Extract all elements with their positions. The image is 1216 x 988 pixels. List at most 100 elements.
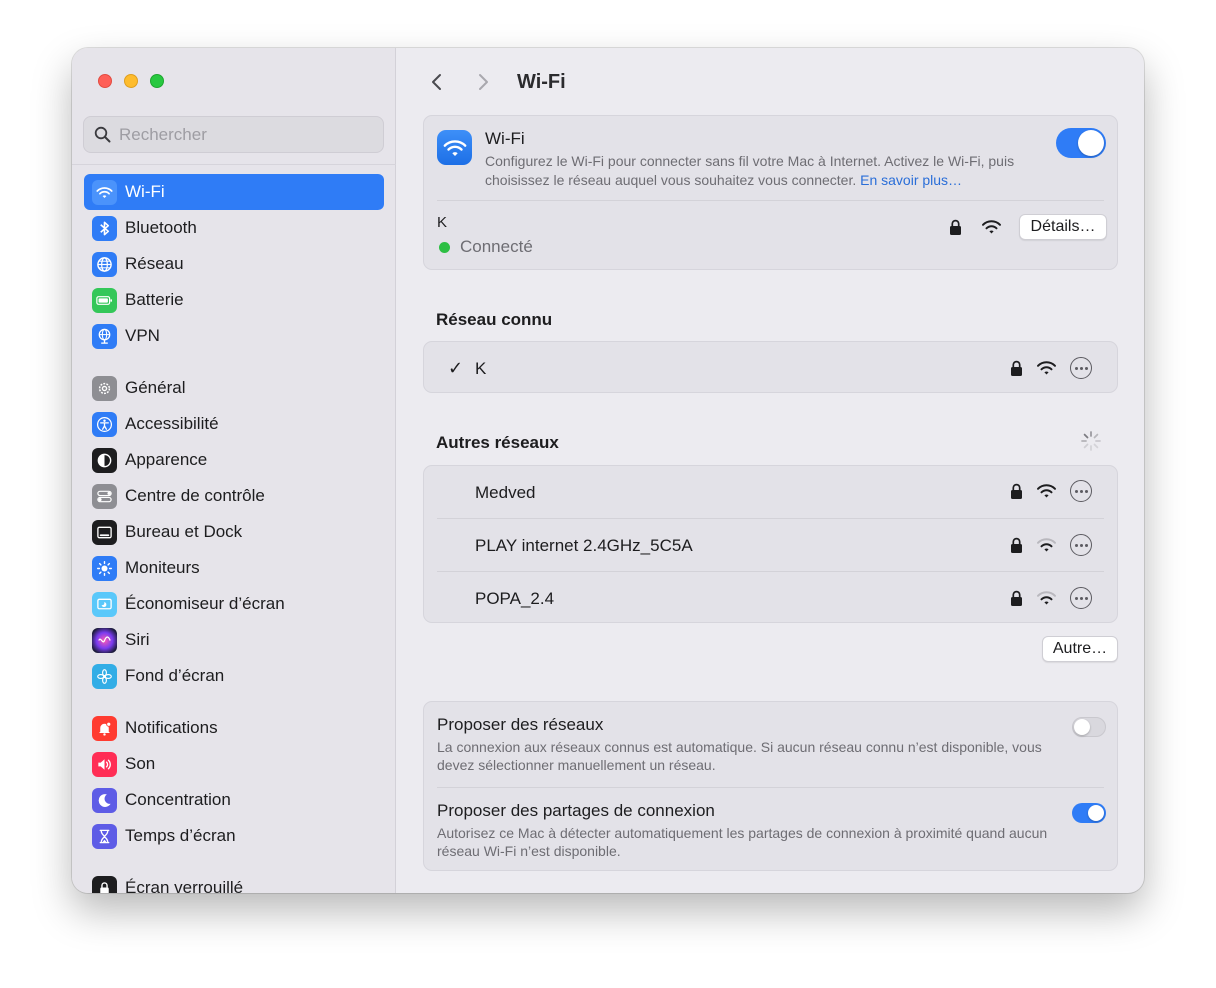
- sidebar-item-wifi[interactable]: Wi-Fi: [84, 174, 384, 210]
- card-divider: [437, 787, 1104, 788]
- sidebar-item-label: Accessibilité: [125, 414, 219, 433]
- search-icon: [94, 126, 111, 143]
- forward-button[interactable]: [469, 68, 497, 96]
- sidebar-item-control-center[interactable]: Centre de contrôle: [84, 478, 384, 514]
- siri-icon: [92, 627, 117, 653]
- card-divider: [437, 200, 1104, 201]
- close-window-button[interactable]: [98, 74, 112, 88]
- main-pane: Wi-Fi Wi-Fi Configurez le Wi-Fi pour con…: [397, 48, 1144, 893]
- flower-icon: [92, 663, 117, 689]
- sidebar-divider: [72, 164, 396, 165]
- sidebar-item-lock-screen[interactable]: Écran verrouillé: [84, 870, 384, 893]
- sidebar-item-label: Économiseur d’écran: [125, 594, 285, 613]
- battery-icon: [92, 287, 117, 313]
- sidebar-item-label: Bureau et Dock: [125, 522, 243, 541]
- back-button[interactable]: [423, 68, 451, 96]
- sidebar-item-wallpaper[interactable]: Fond d’écran: [84, 658, 384, 694]
- ask-networks-description: La connexion aux réseaux connus est auto…: [437, 739, 1042, 773]
- network-options-button[interactable]: [1070, 587, 1092, 609]
- lock-icon: [1011, 590, 1022, 606]
- sidebar-item-label: VPN: [125, 326, 160, 345]
- moon-icon: [92, 787, 117, 813]
- sidebar-item-screensaver[interactable]: Économiseur d’écran: [84, 586, 384, 622]
- sidebar-item-network[interactable]: Réseau: [84, 246, 384, 282]
- wifi-signal-weak-icon: [1037, 591, 1056, 605]
- network-name[interactable]: Medved: [475, 483, 535, 503]
- sun-icon: [92, 555, 117, 581]
- row-divider: [437, 518, 1104, 519]
- sidebar-item-label: Réseau: [125, 254, 184, 273]
- search-input[interactable]: [119, 124, 369, 145]
- lock-icon: [1011, 483, 1022, 499]
- sidebar-item-label: Écran verrouillé: [125, 878, 244, 893]
- control-center-icon: [92, 483, 117, 509]
- sidebar-item-label: Moniteurs: [125, 558, 200, 577]
- lock-icon: [1011, 537, 1022, 553]
- lock-icon: [1011, 360, 1022, 376]
- sidebar-item-label: Wi-Fi: [125, 182, 165, 201]
- vpn-globe-icon: [92, 323, 117, 349]
- learn-more-link[interactable]: En savoir plus…: [860, 172, 962, 188]
- ask-hotspots-description: Autorisez ce Mac à détecter automatiquem…: [437, 825, 1048, 859]
- network-name[interactable]: PLAY internet 2.4GHz_5C5A: [475, 536, 693, 556]
- accessibility-icon: [92, 411, 117, 437]
- sidebar-item-label: Fond d’écran: [125, 666, 225, 685]
- search-field[interactable]: [83, 116, 384, 153]
- network-options-button[interactable]: [1070, 357, 1092, 379]
- sidebar-item-battery[interactable]: Batterie: [84, 282, 384, 318]
- other-network-button[interactable]: Autre…: [1042, 636, 1118, 662]
- minimize-window-button[interactable]: [124, 74, 138, 88]
- network-options-button[interactable]: [1070, 534, 1092, 556]
- connection-status: Connecté: [439, 237, 533, 257]
- sidebar-item-sound[interactable]: Son: [84, 746, 384, 782]
- sidebar-item-screen-time[interactable]: Temps d’écran: [84, 818, 384, 854]
- lock-icon: [92, 875, 117, 893]
- sidebar-item-focus[interactable]: Concentration: [84, 782, 384, 818]
- sidebar-item-displays[interactable]: Moniteurs: [84, 550, 384, 586]
- speaker-icon: [92, 751, 117, 777]
- dock-icon: [92, 519, 117, 545]
- sidebar-item-label: Notifications: [125, 718, 218, 737]
- lock-icon: [950, 219, 961, 235]
- sidebar-item-label: Siri: [125, 630, 150, 649]
- sidebar-item-general[interactable]: Général: [84, 370, 384, 406]
- wifi-app-icon: [437, 130, 472, 165]
- sidebar-item-siri[interactable]: Siri: [84, 622, 384, 658]
- network-name[interactable]: POPA_2.4: [475, 589, 554, 609]
- details-button[interactable]: Détails…: [1019, 214, 1107, 240]
- known-networks-card: ✓ K: [423, 341, 1118, 393]
- hourglass-icon: [92, 823, 117, 849]
- wifi-signal-icon: [1037, 361, 1056, 375]
- sidebar-item-bluetooth[interactable]: Bluetooth: [84, 210, 384, 246]
- status-text: Connecté: [460, 237, 533, 256]
- other-networks-heading: Autres réseaux: [436, 433, 559, 452]
- sidebar-item-label: Bluetooth: [125, 218, 197, 237]
- wifi-toggle[interactable]: [1056, 128, 1106, 158]
- sidebar-item-appearance[interactable]: Apparence: [84, 442, 384, 478]
- sidebar-item-vpn[interactable]: VPN: [84, 318, 384, 354]
- gear-icon: [92, 375, 117, 401]
- network-preferences-card: Proposer des réseaux La connexion aux ré…: [423, 701, 1118, 871]
- network-options-button[interactable]: [1070, 480, 1092, 502]
- checkmark-icon: ✓: [448, 358, 464, 378]
- wifi-icon: [92, 179, 117, 205]
- sidebar-item-accessibility[interactable]: Accessibilité: [84, 406, 384, 442]
- ask-networks-toggle[interactable]: [1072, 717, 1106, 737]
- ask-hotspots-toggle[interactable]: [1072, 803, 1106, 823]
- page-title: Wi-Fi: [517, 70, 566, 93]
- sidebar-item-notifications[interactable]: Notifications: [84, 710, 384, 746]
- bluetooth-icon: [92, 215, 117, 241]
- zoom-window-button[interactable]: [150, 74, 164, 88]
- screensaver-icon: [92, 591, 117, 617]
- settings-window: Wi-Fi Bluetooth Réseau Batterie: [72, 48, 1144, 893]
- sidebar-item-label: Batterie: [125, 290, 184, 309]
- wifi-signal-weak-icon: [1037, 538, 1056, 552]
- sidebar-item-label: Temps d’écran: [125, 826, 236, 845]
- known-network-name: K: [475, 359, 487, 378]
- sidebar-nav: Wi-Fi Bluetooth Réseau Batterie VPN Géné…: [84, 174, 384, 893]
- sidebar-item-label: Général: [125, 378, 186, 397]
- globe-icon: [92, 251, 117, 277]
- toolbar: Wi-Fi: [423, 68, 566, 96]
- wifi-signal-icon: [982, 220, 1001, 234]
- sidebar-item-desktop-dock[interactable]: Bureau et Dock: [84, 514, 384, 550]
